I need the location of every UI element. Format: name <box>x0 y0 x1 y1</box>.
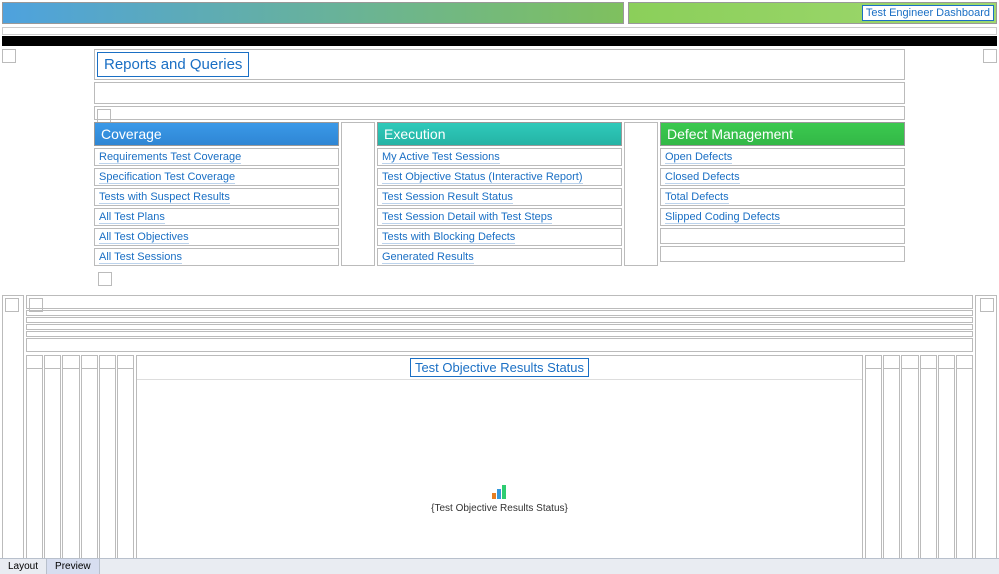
report-link-text[interactable]: Test Session Detail with Test Steps <box>382 211 552 224</box>
spacer-row <box>94 106 905 120</box>
report-link-text[interactable]: All Test Plans <box>99 211 165 224</box>
footer-tabs: Layout Preview <box>0 558 999 574</box>
report-link-text[interactable]: All Test Sessions <box>99 251 182 264</box>
divider-bar <box>2 36 997 46</box>
panel-header-coverage: Coverage <box>94 122 339 146</box>
report-link[interactable]: Specification Test Coverage <box>94 168 339 186</box>
chart-area: Test Objective Results Status {Test Obje… <box>136 355 863 574</box>
report-link-text[interactable]: My Active Test Sessions <box>382 151 500 164</box>
report-link-text[interactable]: Total Defects <box>665 191 729 204</box>
spacer-cell <box>2 27 997 35</box>
panel-header-execution: Execution <box>377 122 622 146</box>
header-bar: Test Engineer Dashboard <box>0 0 999 26</box>
section-title: Reports and Queries <box>97 52 249 77</box>
report-link[interactable]: Requirements Test Coverage <box>94 148 339 166</box>
report-link[interactable]: Tests with Suspect Results <box>94 188 339 206</box>
reports-grid: Reports and Queries Coverage Requirement… <box>0 47 999 295</box>
report-link[interactable]: Slipped Coding Defects <box>660 208 905 226</box>
empty-cell <box>980 298 994 312</box>
tab-layout[interactable]: Layout <box>0 559 47 574</box>
report-link-text[interactable]: Test Session Result Status <box>382 191 513 204</box>
report-link[interactable]: Test Session Result Status <box>377 188 622 206</box>
header-gradient-right: Test Engineer Dashboard <box>628 2 997 24</box>
report-link[interactable]: Total Defects <box>660 188 905 206</box>
report-link[interactable]: Closed Defects <box>660 168 905 186</box>
section-title-cell: Reports and Queries <box>94 49 905 80</box>
tab-preview[interactable]: Preview <box>47 559 100 574</box>
report-link[interactable]: Test Session Detail with Test Steps <box>377 208 622 226</box>
lower-side-left <box>2 295 24 574</box>
stripes <box>26 295 973 353</box>
report-link[interactable]: All Test Sessions <box>94 248 339 266</box>
empty-cell <box>5 298 19 312</box>
report-link-text[interactable]: Closed Defects <box>665 171 740 184</box>
panel-header-defect: Defect Management <box>660 122 905 146</box>
report-link[interactable]: Tests with Blocking Defects <box>377 228 622 246</box>
report-link[interactable]: Open Defects <box>660 148 905 166</box>
report-link[interactable]: My Active Test Sessions <box>377 148 622 166</box>
report-link[interactable]: Generated Results <box>377 248 622 266</box>
panel-defect: Defect Management Open Defects Closed Def… <box>660 122 905 266</box>
report-link-text[interactable]: Tests with Suspect Results <box>99 191 230 204</box>
panel-execution: Execution My Active Test Sessions Test Ob… <box>377 122 622 266</box>
report-link-text[interactable]: Specification Test Coverage <box>99 171 235 184</box>
empty-row <box>660 246 905 262</box>
report-link-text[interactable]: All Test Objectives <box>99 231 189 244</box>
panels-row: Coverage Requirements Test Coverage Speci… <box>94 122 905 266</box>
report-link[interactable]: All Test Objectives <box>94 228 339 246</box>
empty-cell <box>29 298 43 312</box>
bar-chart-icon <box>492 485 508 499</box>
report-link-text[interactable]: Test Objective Status (Interactive Repor… <box>382 171 583 184</box>
report-link-text[interactable]: Requirements Test Coverage <box>99 151 241 164</box>
column-stubs-right <box>865 355 973 574</box>
lower-grid: Test Objective Results Status {Test Obje… <box>0 295 999 574</box>
report-link-text[interactable]: Generated Results <box>382 251 474 264</box>
report-link[interactable]: Test Objective Status (Interactive Repor… <box>377 168 622 186</box>
empty-cell <box>98 272 112 286</box>
report-link-text[interactable]: Slipped Coding Defects <box>665 211 780 224</box>
report-link-text[interactable]: Tests with Blocking Defects <box>382 231 515 244</box>
chart-canvas: {Test Objective Results Status} <box>137 380 862 574</box>
lower-side-right <box>975 295 997 574</box>
chart-placeholder-text: {Test Objective Results Status} <box>431 503 568 514</box>
dashboard-title-link[interactable]: Test Engineer Dashboard <box>862 5 994 21</box>
empty-cell <box>2 49 16 63</box>
spacer-row <box>94 82 905 104</box>
report-link-text[interactable]: Open Defects <box>665 151 732 164</box>
empty-cell <box>983 49 997 63</box>
panel-coverage: Coverage Requirements Test Coverage Speci… <box>94 122 339 266</box>
chart-title: Test Objective Results Status <box>410 358 589 377</box>
panel-spacer <box>341 122 375 266</box>
column-stubs-left <box>26 355 134 574</box>
empty-cell <box>97 109 111 123</box>
report-link[interactable]: All Test Plans <box>94 208 339 226</box>
panel-spacer <box>624 122 658 266</box>
header-gradient-left <box>2 2 624 24</box>
empty-row <box>660 228 905 244</box>
